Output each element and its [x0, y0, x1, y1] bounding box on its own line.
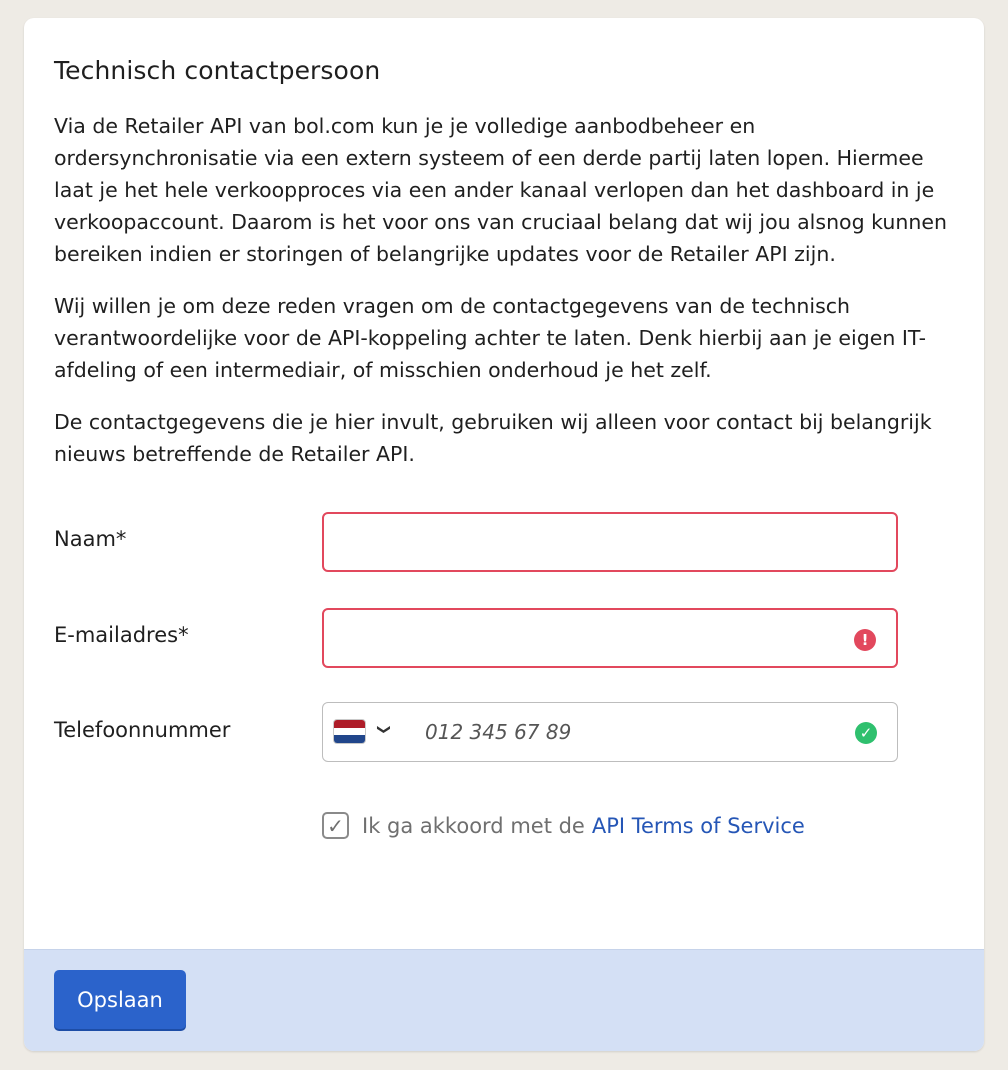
name-row: Naam*: [54, 512, 954, 572]
terms-checkbox[interactable]: ✓: [322, 812, 349, 839]
card-title: Technisch contactpersoon: [54, 56, 381, 85]
name-label: Naam*: [54, 527, 127, 551]
phone-input[interactable]: [409, 703, 983, 761]
name-input[interactable]: [324, 514, 896, 570]
card-body: Technisch contactpersoon Via de Retailer…: [24, 18, 984, 852]
terms-label: Ik ga akkoord met de: [362, 813, 585, 838]
netherlands-flag-icon[interactable]: [333, 719, 366, 744]
intro-paragraph-2: Wij willen je om deze reden vragen om de…: [54, 294, 926, 382]
intro-paragraph-1: Via de Retailer API van bol.com kun je j…: [54, 114, 947, 266]
email-field: !: [322, 608, 898, 668]
email-label: E-mailadres*: [54, 623, 189, 647]
check-icon: ✓: [855, 722, 877, 744]
card-footer: Opslaan: [24, 949, 984, 1051]
email-row: E-mailadres* !: [54, 608, 954, 668]
contact-form: Naam* E-mailadres* ! Telefoonnummer ❯ 01…: [54, 512, 983, 852]
terms-of-service-link[interactable]: API Terms of Service: [592, 814, 805, 838]
phone-row: Telefoonnummer ❯ ✓: [54, 702, 983, 762]
chevron-down-icon[interactable]: ❯: [376, 724, 391, 735]
name-field: [322, 512, 898, 572]
phone-field: ❯ ✓: [322, 702, 983, 762]
save-button[interactable]: Opslaan: [54, 970, 186, 1029]
technical-contact-card: Technisch contactpersoon Via de Retailer…: [24, 18, 984, 1051]
email-input[interactable]: [324, 610, 896, 666]
phone-label: Telefoonnummer: [54, 718, 231, 742]
terms-agreement: ✓ Ik ga akkoord met de API Terms of Serv…: [322, 812, 805, 839]
error-icon: !: [854, 629, 876, 651]
intro-paragraph-3: De contactgegevens die je hier invult, g…: [54, 410, 932, 466]
